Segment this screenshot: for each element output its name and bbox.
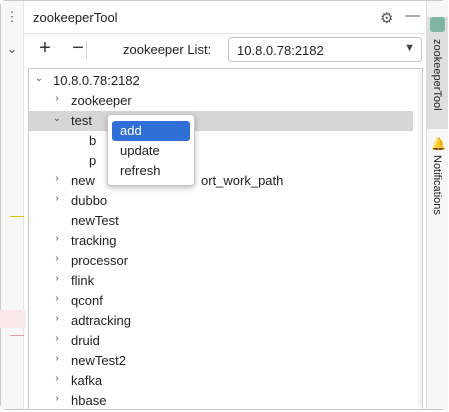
tab-zookeepertool[interactable]: zookeeperTool xyxy=(427,17,448,129)
tree-node-label: newTest2 xyxy=(71,353,126,368)
dropdown-arrow-icon: ▼ xyxy=(404,42,415,54)
menu-item-label: add xyxy=(120,123,142,138)
chevron-right-icon[interactable]: › xyxy=(51,233,63,244)
tree-node-label: 10.8.0.78:2182 xyxy=(53,73,140,88)
chevron-right-icon[interactable]: › xyxy=(51,393,63,404)
tree-node-label: flink xyxy=(71,273,95,288)
tab-notifications-label[interactable]: Notifications xyxy=(431,155,443,215)
tree-node-tracking[interactable]: › tracking xyxy=(29,231,413,251)
toolbar: + − zookeeper List: 10.8.0.78:2182 ▼ xyxy=(24,33,425,66)
chevron-right-icon[interactable]: › xyxy=(51,293,63,304)
tree-scrollbar[interactable] xyxy=(418,70,422,406)
chevron-right-icon[interactable]: › xyxy=(51,193,63,204)
tree-node-newtest[interactable]: newTest xyxy=(29,211,413,231)
chevron-down-icon[interactable]: ⌄ xyxy=(51,113,63,124)
zookeeper-server-select[interactable]: 10.8.0.78:2182 ▼ xyxy=(228,37,422,62)
zookeeper-tree: ⌄ 10.8.0.78:2182 › zookeeper ⌄ test b p … xyxy=(28,68,423,410)
chevron-down-icon[interactable]: ⌄ xyxy=(1,41,23,57)
menu-item-refresh[interactable]: refresh xyxy=(112,161,190,181)
gutter-highlight xyxy=(0,310,26,328)
tree-node-label: qconf xyxy=(71,293,103,308)
remove-server-button[interactable]: − xyxy=(67,38,89,60)
chevron-right-icon[interactable]: › xyxy=(51,373,63,384)
zookeeper-icon xyxy=(430,17,445,32)
tree-node-dubbo[interactable]: › dubbo xyxy=(29,191,413,211)
tree-node-label: p xyxy=(89,153,97,168)
tree-node-qconf[interactable]: › qconf xyxy=(29,291,413,311)
tree-node-flink[interactable]: › flink xyxy=(29,271,413,291)
chevron-right-icon[interactable]: › xyxy=(51,333,63,344)
tree-node-child[interactable]: p xyxy=(29,151,413,171)
right-tool-strip: zookeeperTool 🔔 Notifications xyxy=(426,1,448,409)
menu-item-update[interactable]: update xyxy=(112,141,190,161)
chevron-right-icon[interactable]: › xyxy=(51,253,63,264)
add-server-button[interactable]: + xyxy=(34,38,56,60)
tree-node-label: processor xyxy=(71,253,129,268)
more-vertical-icon[interactable]: ⋮ xyxy=(1,9,23,25)
menu-item-add[interactable]: add xyxy=(112,121,190,141)
tree-node-label: test xyxy=(71,113,92,128)
chevron-right-icon[interactable]: › xyxy=(51,273,63,284)
tree-node-druid[interactable]: › druid xyxy=(29,331,413,351)
context-menu: add update refresh xyxy=(107,114,195,186)
menu-item-label: refresh xyxy=(120,163,161,178)
chevron-down-icon[interactable]: ⌄ xyxy=(33,73,45,84)
tree-root[interactable]: ⌄ 10.8.0.78:2182 xyxy=(29,71,413,91)
tree-node-label: kafka xyxy=(71,373,103,388)
left-tool-strip: ⋮ ⌄ xyxy=(1,1,24,409)
tree-node-kafka[interactable]: › kafka xyxy=(29,371,413,391)
server-select-value: 10.8.0.78:2182 xyxy=(237,43,324,58)
tab-zookeepertool-label: zookeeperTool xyxy=(431,39,443,111)
zookeeper-list-label: zookeeper List: xyxy=(123,42,212,57)
tree-node-label: adtracking xyxy=(71,313,131,328)
tree-node-label: newTest xyxy=(71,213,119,228)
gear-icon[interactable]: ⚙ xyxy=(380,9,393,27)
tree-node-label-tail: ort_work_path xyxy=(201,173,284,188)
bell-icon[interactable]: 🔔 xyxy=(431,137,446,151)
tree-node-newtest2[interactable]: › newTest2 xyxy=(29,351,413,371)
minimize-icon[interactable]: — xyxy=(405,7,420,24)
menu-item-label: update xyxy=(120,143,160,158)
chevron-right-icon[interactable]: › xyxy=(51,93,63,104)
panel-title: zookeeperTool xyxy=(33,10,118,25)
tree-node-zookeeper[interactable]: › zookeeper xyxy=(29,91,413,111)
tree-node-label: zookeeper xyxy=(71,93,132,108)
tree-node-adtracking[interactable]: › adtracking xyxy=(29,311,413,331)
tree-node-label: b xyxy=(89,133,97,148)
tree-node-processor[interactable]: › processor xyxy=(29,251,413,271)
chevron-right-icon[interactable]: › xyxy=(51,173,63,184)
panel-header: zookeeperTool ⚙ — xyxy=(24,1,425,34)
tree-node-report-work-path[interactable]: › new ort_work_path xyxy=(29,171,413,191)
tree-node-label: tracking xyxy=(71,233,117,248)
tree-node-label: druid xyxy=(71,333,100,348)
tree-node-test[interactable]: ⌄ test xyxy=(29,111,413,131)
gutter-marker xyxy=(10,335,24,336)
tree-node-label: new xyxy=(71,173,95,188)
gutter-marker xyxy=(10,216,24,217)
tree-node-label: hbase xyxy=(71,393,107,408)
chevron-right-icon[interactable]: › xyxy=(51,313,63,324)
chevron-right-icon[interactable]: › xyxy=(51,353,63,364)
tree-node-label: dubbo xyxy=(71,193,108,208)
tree-node-child[interactable]: b xyxy=(29,131,413,151)
tree-node-hbase[interactable]: › hbase xyxy=(29,391,413,409)
